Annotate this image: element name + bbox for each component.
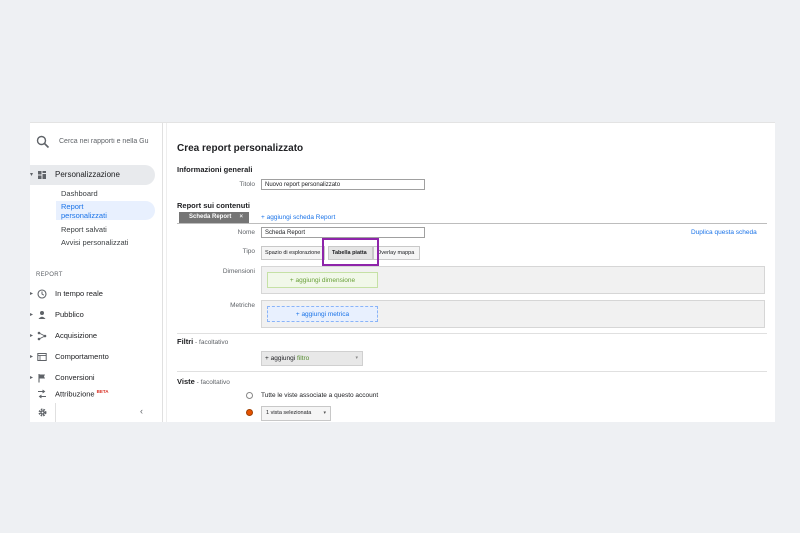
add-metric-button[interactable]: + aggiungi metrica bbox=[267, 306, 378, 322]
add-report-tab-link[interactable]: + aggiungi scheda Report bbox=[261, 214, 335, 221]
all-views-label: Tutte le viste associate a questo accoun… bbox=[261, 392, 379, 399]
section-divider bbox=[177, 371, 767, 372]
footer-divider bbox=[55, 403, 56, 422]
expand-caret-icon: ▸ bbox=[30, 354, 34, 360]
acquisition-icon bbox=[37, 331, 47, 341]
metrics-label: Metriche bbox=[230, 302, 255, 309]
report-tab[interactable]: Scheda Report × bbox=[179, 212, 249, 223]
add-dimension-button[interactable]: + aggiungi dimensione bbox=[267, 272, 378, 288]
dashboard-grid-icon bbox=[38, 171, 46, 179]
all-views-radio[interactable] bbox=[246, 392, 253, 399]
sidebar-item-realtime[interactable]: ▸ In tempo reale bbox=[30, 287, 163, 301]
main-content: Crea report personalizzato Informazioni … bbox=[166, 123, 775, 422]
type-option-map-overlay[interactable]: Overlay mappa bbox=[373, 246, 420, 260]
section-divider bbox=[177, 333, 767, 334]
sidebar-item-label: Acquisizione bbox=[55, 331, 98, 340]
expand-caret-icon: ▸ bbox=[30, 312, 34, 318]
search-input[interactable]: Cerca nei rapporti e nella Gu bbox=[59, 138, 155, 145]
metrics-box: + aggiungi metrica bbox=[261, 300, 765, 328]
beta-badge: BETA bbox=[96, 389, 109, 394]
sidebar-subitem-custom-reports[interactable]: Report personalizzati bbox=[61, 202, 131, 220]
sidebar-item-behavior[interactable]: ▸ Comportamento bbox=[30, 350, 163, 364]
duplicate-tab-link[interactable]: Duplica questa scheda bbox=[691, 229, 757, 236]
search-icon bbox=[36, 135, 50, 149]
report-tab-label: Scheda Report bbox=[189, 214, 232, 220]
sidebar-item-attribution[interactable]: Attribuzione BETA bbox=[30, 387, 163, 401]
content-heading: Report sui contenuti bbox=[177, 201, 250, 210]
title-field-label: Titolo bbox=[239, 181, 255, 188]
sidebar-item-label: Conversioni bbox=[55, 373, 95, 382]
clock-icon bbox=[37, 289, 47, 299]
sidebar-item-label: Personalizzazione bbox=[55, 170, 120, 179]
behavior-icon bbox=[37, 353, 47, 361]
collapse-chevron-icon[interactable]: ‹ bbox=[140, 406, 143, 416]
sidebar-item-label: In tempo reale bbox=[55, 289, 103, 298]
sidebar-footer: ‹ bbox=[30, 403, 163, 422]
expand-caret-icon: ▸ bbox=[30, 333, 34, 339]
dropdown-arrow-icon: ▾ bbox=[323, 410, 326, 416]
dimensions-label: Dimensioni bbox=[222, 268, 255, 275]
gear-icon[interactable] bbox=[37, 407, 48, 418]
sidebar-subitem-dashboard[interactable]: Dashboard bbox=[61, 189, 98, 198]
section-label-report: REPORT bbox=[36, 272, 63, 278]
attribution-icon bbox=[38, 389, 46, 399]
search-bar[interactable]: Cerca nei rapporti e nella Gu bbox=[30, 129, 163, 157]
filters-heading: Filtri - facoltativo bbox=[177, 337, 229, 346]
dropdown-arrow-icon: ▾ bbox=[355, 355, 358, 361]
sidebar-subitem-custom-alerts[interactable]: Avvisi personalizzati bbox=[61, 238, 131, 247]
type-option-explorer[interactable]: Spazio di esplorazione bbox=[261, 246, 325, 260]
selected-views-radio[interactable] bbox=[246, 409, 253, 416]
sidebar-item-personalization[interactable]: ▾ Personalizzazione bbox=[30, 165, 155, 185]
sidebar-item-acquisition[interactable]: ▸ Acquisizione bbox=[30, 329, 163, 343]
sidebar-item-conversions[interactable]: ▸ Conversioni bbox=[30, 371, 163, 385]
name-field-label: Nome bbox=[237, 229, 255, 236]
app-window: Cerca nei rapporti e nella Gu ▾ Personal… bbox=[30, 122, 775, 422]
sidebar-item-label: Comportamento bbox=[55, 352, 109, 361]
page-title: Crea report personalizzato bbox=[177, 143, 304, 154]
close-icon[interactable]: × bbox=[239, 214, 243, 220]
sidebar-item-label: Attribuzione BETA bbox=[55, 389, 109, 399]
person-icon bbox=[38, 311, 46, 319]
sidebar: Cerca nei rapporti e nella Gu ▾ Personal… bbox=[30, 123, 163, 422]
sidebar-item-audience[interactable]: ▸ Pubblico bbox=[30, 308, 163, 322]
expand-caret-icon: ▸ bbox=[30, 291, 34, 297]
sidebar-item-label: Pubblico bbox=[55, 310, 84, 319]
add-filter-button[interactable]: + aggiungi filtro ▾ bbox=[261, 351, 363, 366]
general-info-heading: Informazioni generali bbox=[177, 165, 253, 174]
views-select[interactable]: 1 vista selezionata ▾ bbox=[261, 406, 331, 421]
name-input[interactable]: Scheda Report bbox=[261, 227, 425, 238]
expand-caret-icon: ▸ bbox=[30, 375, 34, 381]
expand-caret-icon: ▾ bbox=[30, 172, 34, 178]
sidebar-subitem-saved-reports[interactable]: Report salvati bbox=[61, 225, 107, 234]
views-heading: Viste - facoltativo bbox=[177, 377, 230, 386]
flag-icon bbox=[38, 374, 45, 383]
type-field-label: Tipo bbox=[242, 248, 255, 255]
title-input[interactable]: Nuovo report personalizzato bbox=[261, 179, 425, 190]
tabs-divider bbox=[177, 223, 767, 224]
dimensions-box: + aggiungi dimensione bbox=[261, 266, 765, 294]
flat-table-highlight bbox=[322, 238, 379, 266]
